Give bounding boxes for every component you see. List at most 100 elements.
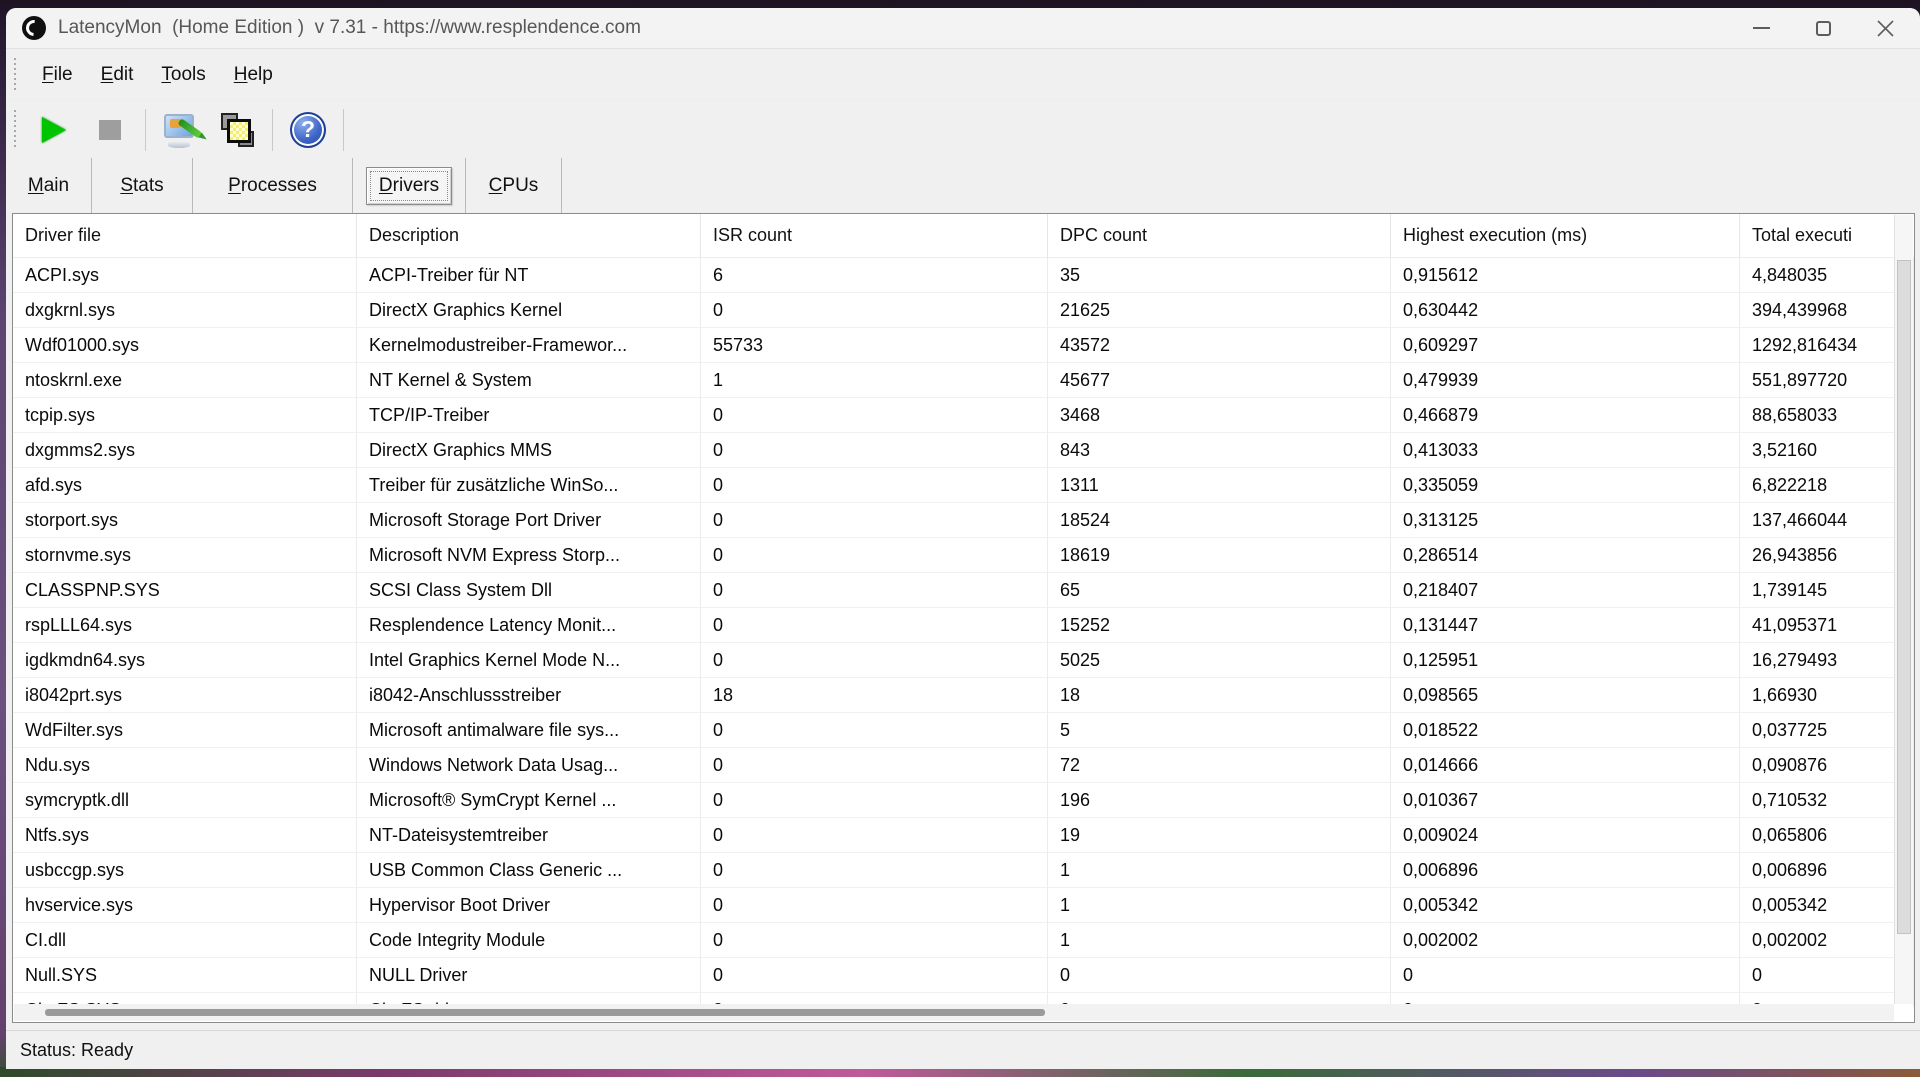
table-row[interactable]: igdkmdn64.sysIntel Graphics Kernel Mode … [13,643,1914,678]
table-row[interactable]: Wdf01000.sysKernelmodustreiber-Framewor.… [13,328,1914,363]
table-row[interactable]: ntoskrnl.exeNT Kernel & System1456770,47… [13,363,1914,398]
cell-desc: Microsoft® SymCrypt Kernel ... [357,783,701,818]
column-header-isr-count[interactable]: ISR count [701,214,1048,258]
table-row[interactable]: Ndu.sysWindows Network Data Usag...0720,… [13,748,1914,783]
column-header-total-execution[interactable]: Total executi [1740,214,1914,258]
cell-dpc: 5 [1048,713,1391,748]
windows-button[interactable] [209,107,265,153]
cell-isr: 0 [701,293,1048,328]
vertical-scrollbar-thumb[interactable] [1897,260,1911,934]
table-row[interactable]: stornvme.sysMicrosoft NVM Express Storp.… [13,538,1914,573]
tab-main[interactable]: Main [6,158,92,213]
cell-file: tcpip.sys [13,398,357,433]
horizontal-scrollbar[interactable] [14,1004,1894,1021]
table-row[interactable]: usbccgp.sysUSB Common Class Generic ...0… [13,853,1914,888]
tab-stats[interactable]: Stats [92,158,193,213]
cell-file: usbccgp.sys [13,853,357,888]
stop-monitor-button[interactable] [82,107,138,153]
tab-drivers[interactable]: Drivers [353,158,466,213]
vertical-scrollbar[interactable] [1894,215,1913,1004]
menu-help[interactable]: Help [220,60,287,90]
cell-isr: 0 [701,433,1048,468]
cell-desc: i8042-Anschlussstreiber [357,678,701,713]
toolbar-gripper[interactable] [14,110,16,149]
cell-desc: Microsoft NVM Express Storp... [357,538,701,573]
cell-file: storport.sys [13,503,357,538]
menu-file[interactable]: File [28,60,87,90]
cell-total: 0,005342 [1740,888,1914,923]
cell-highest: 0,413033 [1391,433,1740,468]
table-row[interactable]: Ntfs.sysNT-Dateisystemtreiber0190,009024… [13,818,1914,853]
cell-highest: 0,009024 [1391,818,1740,853]
cell-highest: 0,630442 [1391,293,1740,328]
table-row[interactable]: ACPI.sysACPI-Treiber für NT6350,9156124,… [13,258,1914,293]
status-text: Status: Ready [20,1040,133,1061]
cell-file: afd.sys [13,468,357,503]
tab-cpus[interactable]: CPUs [466,158,562,213]
cell-isr: 0 [701,713,1048,748]
cell-isr: 18 [701,678,1048,713]
close-button[interactable] [1854,8,1916,48]
cell-total: 4,848035 [1740,258,1914,293]
table-row[interactable]: dxgkrnl.sysDirectX Graphics Kernel021625… [13,293,1914,328]
table-row[interactable]: symcryptk.dllMicrosoft® SymCrypt Kernel … [13,783,1914,818]
cell-desc: SCSI Class System Dll [357,573,701,608]
tab-bar: Main Stats Processes Drivers CPUs [6,158,1920,213]
cell-file: ACPI.sys [13,258,357,293]
table-row[interactable]: tcpip.sysTCP/IP-Treiber034680,46687988,6… [13,398,1914,433]
column-header-dpc-count[interactable]: DPC count [1048,214,1391,258]
column-header-highest-execution[interactable]: Highest execution (ms) [1391,214,1740,258]
options-button[interactable] [153,107,209,153]
cell-total: 16,279493 [1740,643,1914,678]
table-row[interactable]: rspLLL64.sysResplendence Latency Monit..… [13,608,1914,643]
cell-total: 0,065806 [1740,818,1914,853]
cell-highest: 0,286514 [1391,538,1740,573]
cell-isr: 0 [701,468,1048,503]
cell-highest: 0,218407 [1391,573,1740,608]
toolbar-separator [272,109,273,151]
table-row[interactable]: i8042prt.sysi8042-Anschlussstreiber18180… [13,678,1914,713]
table-row[interactable]: hvservice.sysHypervisor Boot Driver010,0… [13,888,1914,923]
cell-isr: 0 [701,398,1048,433]
table-row[interactable]: CLASSPNP.SYSSCSI Class System Dll0650,21… [13,573,1914,608]
horizontal-scrollbar-thumb[interactable] [45,1009,1045,1016]
cell-desc: Kernelmodustreiber-Framewor... [357,328,701,363]
cell-desc: NT Kernel & System [357,363,701,398]
cell-file: Ndu.sys [13,748,357,783]
help-button[interactable]: ? [280,107,336,153]
cell-dpc: 1 [1048,923,1391,958]
cell-total: 3,52160 [1740,433,1914,468]
cell-dpc: 0 [1048,958,1391,993]
cell-file: stornvme.sys [13,538,357,573]
cell-desc: Microsoft antimalware file sys... [357,713,701,748]
table-row[interactable]: WdFilter.sysMicrosoft antimalware file s… [13,713,1914,748]
table-row[interactable]: dxgmms2.sysDirectX Graphics MMS08430,413… [13,433,1914,468]
cell-dpc: 15252 [1048,608,1391,643]
cell-desc: Intel Graphics Kernel Mode N... [357,643,701,678]
cell-total: 0,090876 [1740,748,1914,783]
cell-total: 0,710532 [1740,783,1914,818]
titlebar[interactable]: LatencyMon (Home Edition ) v 7.31 - http… [6,8,1920,48]
table-row[interactable]: CI.dllCode Integrity Module010,0020020,0… [13,923,1914,958]
menu-edit[interactable]: Edit [87,60,148,90]
table-row[interactable]: Null.SYSNULL Driver0000 [13,958,1914,993]
cell-isr: 0 [701,923,1048,958]
maximize-button[interactable] [1792,8,1854,48]
cell-isr: 0 [701,748,1048,783]
cell-total: 137,466044 [1740,503,1914,538]
cell-desc: NULL Driver [357,958,701,993]
minimize-button[interactable] [1730,8,1792,48]
cell-desc: Hypervisor Boot Driver [357,888,701,923]
cell-dpc: 3468 [1048,398,1391,433]
table-row[interactable]: afd.sysTreiber für zusätzliche WinSo...0… [13,468,1914,503]
menu-gripper[interactable] [14,58,16,91]
cell-dpc: 18524 [1048,503,1391,538]
column-header-driver-file[interactable]: Driver file [13,214,357,258]
start-monitor-button[interactable] [26,107,82,153]
table-row[interactable]: storport.sysMicrosoft Storage Port Drive… [13,503,1914,538]
column-header-description[interactable]: Description [357,214,701,258]
tab-processes[interactable]: Processes [193,158,353,213]
cell-isr: 6 [701,258,1048,293]
cell-desc: ACPI-Treiber für NT [357,258,701,293]
menu-tools[interactable]: Tools [147,60,219,90]
